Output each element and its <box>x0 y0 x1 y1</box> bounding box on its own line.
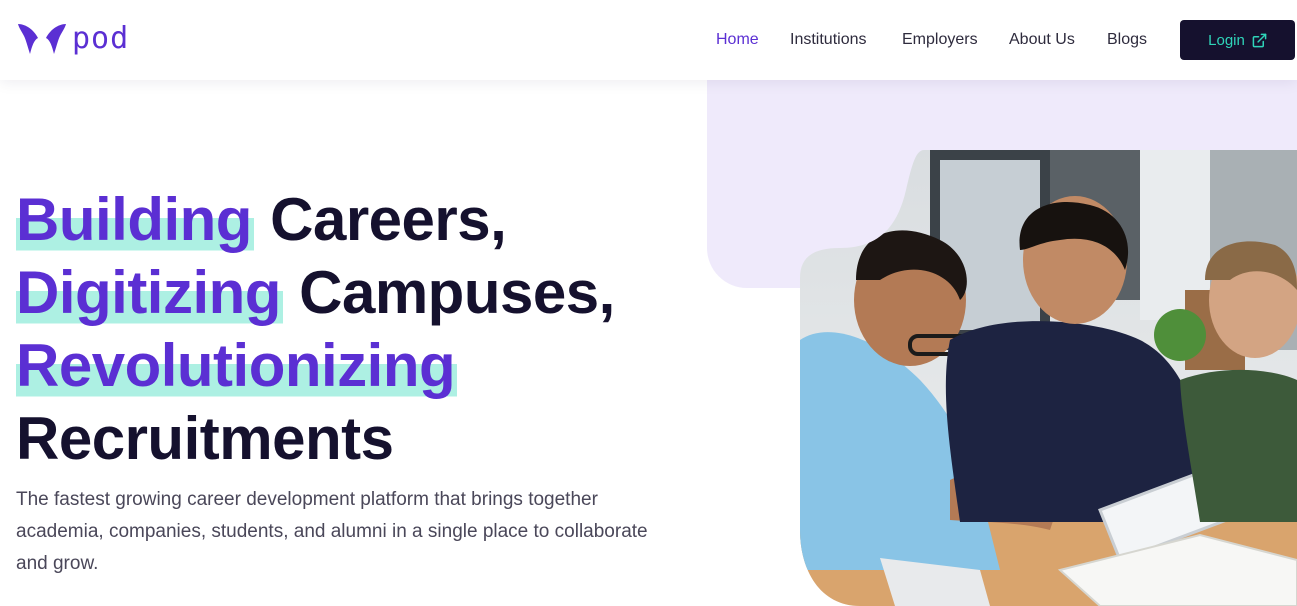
headline-line-4: Recruitments <box>16 402 615 475</box>
logo-wordmark: pod <box>72 21 130 56</box>
nav-item-about-us[interactable]: About Us <box>1009 31 1075 49</box>
logo[interactable]: pod <box>16 22 129 56</box>
headline-line-2: Digitizing Campuses, <box>16 256 615 329</box>
headline-line-3: Revolutionizing <box>16 329 615 402</box>
hero-headline: Building Careers, Digitizing Campuses, R… <box>16 183 615 475</box>
headline-line-1: Building Careers, <box>16 183 615 256</box>
headline-text: Campuses, <box>299 259 615 326</box>
students-collaborating-photo <box>800 150 1297 606</box>
nav-item-employers[interactable]: Employers <box>902 31 978 49</box>
headline-highlight: Digitizing <box>16 259 283 326</box>
site-header: pod Home Institutions Employers About Us… <box>0 0 1297 80</box>
nav-item-institutions[interactable]: Institutions <box>790 31 866 49</box>
login-button[interactable]: Login <box>1180 20 1295 60</box>
pod-logo-icon <box>18 24 66 54</box>
external-link-icon <box>1252 33 1267 47</box>
login-label: Login <box>1208 31 1245 49</box>
headline-text: Careers, <box>270 186 507 253</box>
nav-item-blogs[interactable]: Blogs <box>1107 31 1147 49</box>
headline-text: Recruitments <box>16 405 394 472</box>
headline-highlight: Building <box>16 186 254 253</box>
hero-subtitle: The fastest growing career development p… <box>16 489 648 574</box>
nav-item-home[interactable]: Home <box>716 31 759 49</box>
headline-highlight: Revolutionizing <box>16 332 458 399</box>
